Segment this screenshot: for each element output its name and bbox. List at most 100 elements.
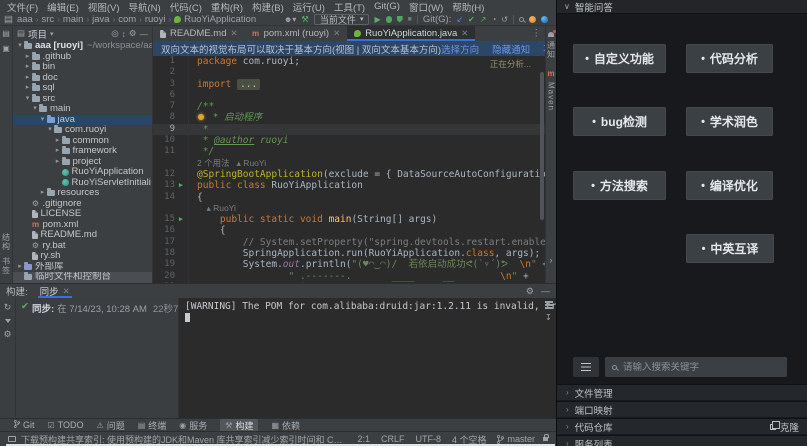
notification-ball-icon[interactable] [529,16,536,23]
git-branch-widget[interactable]: master [497,434,535,444]
tree-chevron-icon[interactable]: ▸ [24,62,32,73]
tree-item[interactable]: ▸sql [13,83,152,94]
assistant-button[interactable]: •代码分析 [686,44,773,73]
menu-item[interactable]: 代码(C) [170,0,202,14]
tree-item[interactable]: README.md [13,230,152,241]
breadcrumb-item[interactable]: java [92,14,109,25]
editor-gutter[interactable]: 9 [153,124,189,135]
editor-gutter[interactable]: 20 [153,271,189,282]
user-icon[interactable]: ☻▾ [284,15,296,24]
commit-tool-icon[interactable]: ▣ [2,44,10,53]
tree-chevron-icon[interactable]: ▾ [16,41,24,52]
inlay-hint[interactable]: 2 个用法 ▴ RuoYi [197,158,266,168]
banner-link[interactable]: 选择方向 [441,42,479,56]
tree-item[interactable]: ▾src [13,94,152,105]
file-encoding[interactable]: UTF-8 [415,434,441,444]
scroll-end-icon[interactable]: ↧ [545,313,553,322]
menu-item[interactable]: 导航(N) [128,0,160,14]
editor-gutter[interactable]: 13▶ [153,180,189,191]
menu-item[interactable]: 构建(B) [252,0,284,14]
project-settings-icon[interactable]: ⚙ [129,28,137,39]
tree-item[interactable]: ⚙ry.bat [13,241,152,252]
structure-tool-tab[interactable]: 结构 [1,233,12,251]
editor-gutter[interactable]: 7 [153,101,189,112]
toolwindow-button-problems[interactable]: ⚠问题 [97,419,125,432]
ide-plugin-icon[interactable] [541,16,548,23]
notifications-tool-tab[interactable]: 通知 [546,41,557,59]
tree-item[interactable]: ▸framework [13,146,152,157]
soft-wrap-icon[interactable] [545,301,553,303]
coverage-icon[interactable] [397,16,403,23]
build-hammer-icon[interactable]: ⚒ [301,14,309,25]
debug-icon[interactable] [386,16,392,23]
collapse-all-icon[interactable]: ↕ [122,29,126,39]
run-config-select[interactable]: 当前文件▾ [314,14,370,25]
breadcrumb-item[interactable]: src [42,14,55,25]
maven-tool-tab[interactable]: Maven [547,82,556,111]
tree-item[interactable]: ry.sh [13,251,152,262]
toolwindow-button-terminal[interactable]: ▤终端 [138,419,167,432]
run-icon[interactable]: ▶ [374,15,380,24]
tree-chevron-icon[interactable]: ▸ [54,146,62,157]
inlay-hint[interactable]: ▴ RuoYi [197,203,236,213]
window-icon[interactable]: ▤ [4,14,13,25]
tree-chevron-icon[interactable]: ▾ [31,104,39,115]
close-icon[interactable]: ✕ [333,28,340,39]
assistant-section[interactable]: ›代码仓库克隆 [557,418,807,434]
build-minimize-icon[interactable]: — [541,286,550,297]
notifications-bell-icon[interactable] [548,32,554,37]
tree-item[interactable]: RuoYiServletInitiali [13,178,152,189]
bookmarks-tool-tab[interactable]: 书签 [1,257,12,275]
editor-gutter[interactable]: 1 [153,56,189,67]
tree-item[interactable]: ⚙.gitignore [13,199,152,210]
assistant-button[interactable]: •bug检测 [573,107,666,136]
editor-gutter[interactable]: 19 [153,259,189,270]
tree-item[interactable]: LICENSE [13,209,152,220]
tree-chevron-icon[interactable]: ▾ [39,115,47,126]
tree-item[interactable]: 临时文件和控制台 [13,272,152,283]
editor-gutter[interactable] [153,203,189,214]
project-tool-icon[interactable]: ▤ [2,29,10,38]
locate-file-icon[interactable]: ◎ [111,28,118,39]
assistant-button[interactable]: •中英互译 [686,234,774,263]
breadcrumb-item[interactable]: ruoyi [145,14,166,25]
tree-item[interactable]: ▸project [13,157,152,168]
editor-tab[interactable]: RuoYiApplication.java✕ [347,26,475,41]
breadcrumb-item[interactable]: aaa [17,14,33,25]
tree-chevron-icon[interactable]: ▸ [24,73,32,84]
tree-item[interactable]: ▾main [13,104,152,115]
build-sync-tab[interactable]: 同步✕ [38,284,72,298]
assistant-menu-button[interactable] [573,357,599,377]
banner-link[interactable]: 隐藏通知 [492,42,530,56]
menu-item[interactable]: 重构(R) [211,0,243,14]
menu-item[interactable]: 帮助(H) [452,0,484,14]
editor-gutter[interactable]: 21 [153,282,189,283]
breadcrumb-item[interactable]: main [63,14,84,25]
tree-item[interactable]: RuoYiApplication [13,167,152,178]
lock-icon[interactable] [543,437,548,441]
toolwindow-button-todo[interactable]: ☑TODO [48,420,84,430]
menu-item[interactable]: 运行(U) [293,0,325,14]
editor-gutter[interactable]: 15▶ [153,214,189,225]
assistant-section[interactable]: ›端口映射 [557,401,807,417]
stripe-collapse-icon[interactable]: › [550,255,553,265]
tree-item[interactable]: ▸bin [13,62,152,73]
assistant-section[interactable]: ›文件管理 [557,384,807,400]
run-gutter-icon[interactable]: ▶ [177,214,185,225]
tree-item[interactable]: ▸外部库 [13,262,152,273]
menu-item[interactable]: 文件(F) [7,0,38,14]
run-gutter-icon[interactable]: ▶ [177,180,185,191]
editor-tab[interactable]: mpom.xml (ruoyi)✕ [245,26,348,41]
toolwindow-button-dependencies[interactable]: ▦依赖 [271,419,300,432]
close-icon[interactable]: ✕ [63,286,70,297]
editor-gutter[interactable]: 8 [153,112,189,123]
intention-bulb-icon[interactable] [198,114,204,120]
build-gear-icon[interactable]: ⚙ [3,329,11,340]
tab-overflow-icon[interactable]: ⋮ [528,26,546,41]
editor-gutter[interactable]: 18 [153,248,189,259]
search-everywhere-icon[interactable] [519,17,524,22]
assistant-button[interactable]: •学术润色 [686,107,773,136]
code-editor[interactable]: 正在分析... 1package com.ruoyi;23import ...6… [153,56,545,283]
tree-item[interactable]: ▸resources [13,188,152,199]
breadcrumb-item[interactable]: com [118,14,136,25]
